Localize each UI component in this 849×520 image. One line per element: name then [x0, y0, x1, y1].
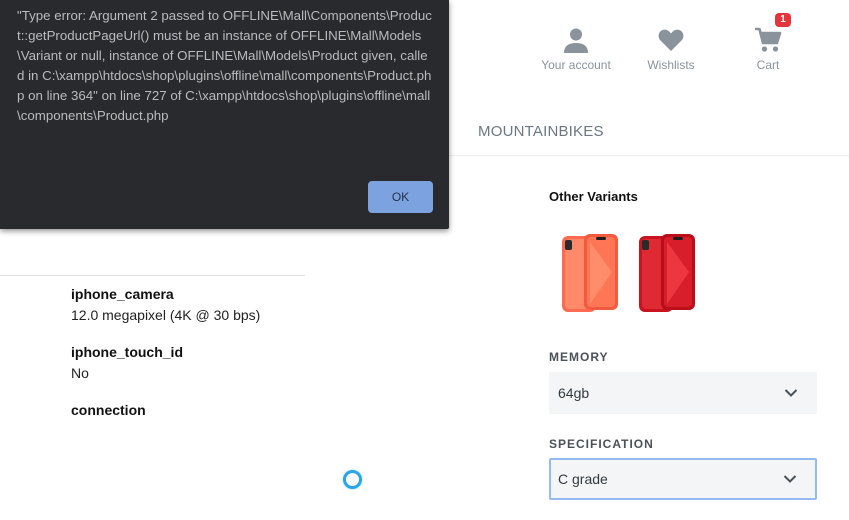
shopping-cart-icon: [755, 27, 782, 52]
other-variants-title: Other Variants: [549, 189, 638, 204]
attribute-value: No: [71, 365, 89, 381]
loading-spinner-icon: [343, 470, 362, 489]
specification-select[interactable]: C grade: [549, 458, 817, 500]
memory-select[interactable]: 64gb: [549, 372, 817, 414]
attribute-name: connection: [71, 402, 146, 418]
account-link[interactable]: Your account: [526, 26, 626, 72]
attribute-name: iphone_touch_id: [71, 344, 183, 360]
memory-label: MEMORY: [549, 350, 609, 364]
cart-count-badge: 1: [775, 13, 791, 27]
account-label: Your account: [541, 58, 611, 72]
specification-selected-value: C grade: [558, 471, 608, 487]
section-divider: [0, 275, 305, 276]
header-divider: [449, 155, 849, 156]
variant-coral-iphone[interactable]: [560, 232, 620, 314]
cart-link[interactable]: 1 Cart: [718, 13, 818, 72]
memory-selected-value: 64gb: [558, 385, 590, 401]
wishlists-link[interactable]: Wishlists: [621, 26, 721, 72]
product-page: Your account Wishlists 1 Cart MOUNTAINBI…: [0, 0, 849, 520]
attribute-name: iphone_camera: [71, 286, 174, 302]
user-icon: [564, 28, 588, 53]
cart-label: Cart: [756, 58, 780, 72]
variant-red-iphone[interactable]: [637, 232, 697, 314]
category-tab-mountainbikes[interactable]: MOUNTAINBIKES: [478, 123, 604, 140]
error-alert-dialog: "Type error: Argument 2 passed to OFFLIN…: [0, 0, 449, 229]
chevron-down-icon: [783, 475, 797, 483]
ok-button[interactable]: OK: [368, 181, 433, 213]
error-message: "Type error: Argument 2 passed to OFFLIN…: [17, 8, 432, 123]
chevron-down-icon: [784, 389, 798, 397]
specification-label: SPECIFICATION: [549, 437, 654, 451]
header-nav: Your account Wishlists 1 Cart: [520, 13, 810, 80]
attribute-value: 12.0 megapixel (4K @ 30 bps): [71, 307, 261, 323]
heart-icon: [658, 29, 684, 51]
wishlists-label: Wishlists: [647, 58, 695, 72]
